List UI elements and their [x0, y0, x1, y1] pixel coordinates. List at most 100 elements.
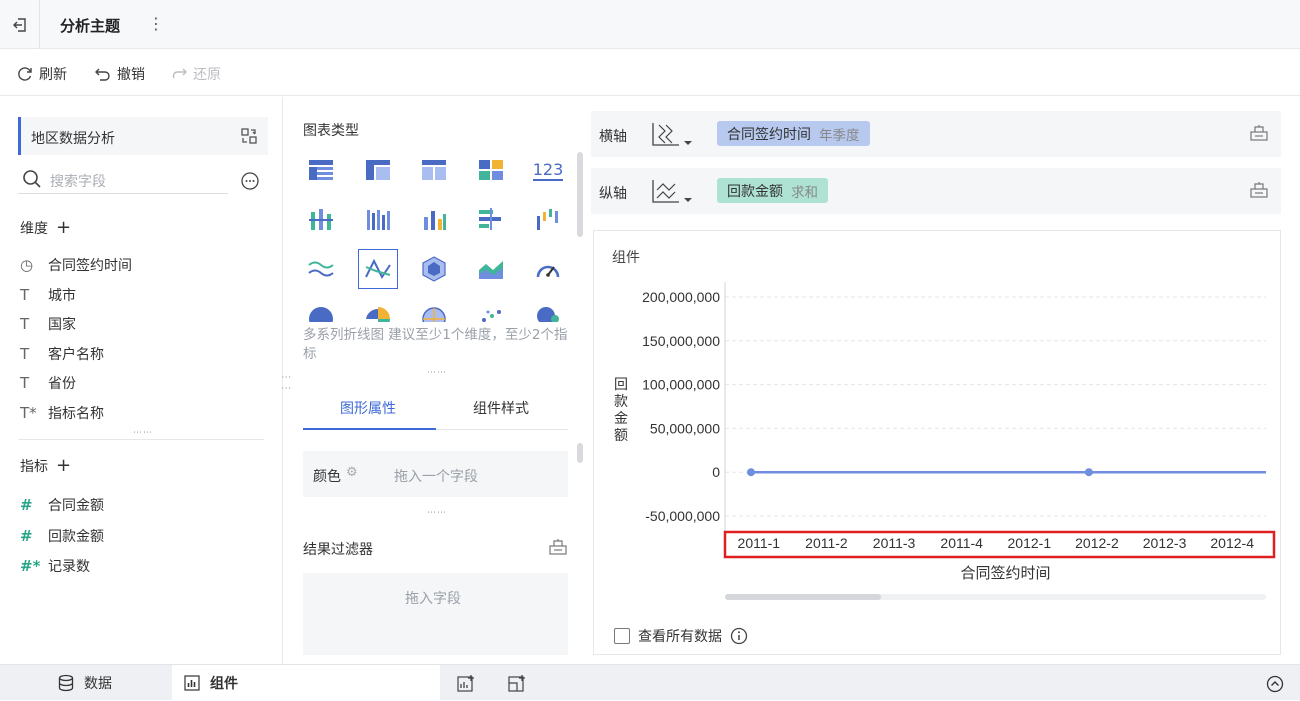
- collapse-up-icon[interactable]: [1266, 675, 1284, 693]
- dimension-section-title: 维度 +: [20, 217, 71, 238]
- tab-component-label: 组件: [210, 676, 238, 692]
- field-search[interactable]: 搜索字段: [18, 167, 228, 194]
- dimension-field-label: 指标名称: [48, 406, 104, 422]
- resize-grip-icon[interactable]: ⋯⋯: [427, 508, 447, 518]
- measure-field[interactable]: # 回款金额: [20, 526, 104, 546]
- gauge-chart-icon[interactable]: [530, 251, 566, 287]
- chart-type-hint: 多系列折线图 建议至少1个维度，至少2个指标: [303, 327, 568, 362]
- map-chart-icon[interactable]: [421, 306, 447, 322]
- add-component-icon[interactable]: [457, 674, 475, 692]
- color-field-drop[interactable]: 颜色 ⚙ 拖入一个字段: [303, 451, 568, 497]
- measure-field[interactable]: # 合同金额: [20, 495, 104, 515]
- filter-settings-icon[interactable]: [548, 538, 568, 556]
- property-scrollbar[interactable]: [577, 443, 583, 463]
- config-panel: 图表类型 123 多系列折线图 建议至少1个维度，至少2个指标 ⋯⋯ 图形属性 …: [284, 97, 591, 664]
- y-field-pill[interactable]: 回款金额 求和: [717, 178, 828, 203]
- result-filter-title: 结果过滤器: [303, 542, 373, 558]
- more-vertical-icon[interactable]: ⋮: [148, 14, 164, 33]
- hash-icon: #: [20, 526, 33, 545]
- column-chart-icon[interactable]: [416, 201, 452, 237]
- table-chart-icon[interactable]: [303, 152, 339, 188]
- cross-table-icon[interactable]: [360, 152, 396, 188]
- radar-chart-icon[interactable]: [416, 251, 452, 287]
- dataset-selector[interactable]: 地区数据分析: [18, 117, 268, 155]
- x-field-aggregation: 年季度: [819, 127, 860, 144]
- dimension-field-label: 合同签约时间: [48, 258, 132, 274]
- axis-settings-icon[interactable]: [1249, 181, 1269, 199]
- text-icon: T: [20, 315, 30, 334]
- text-icon: T: [20, 374, 30, 393]
- scatter-chart-icon[interactable]: [479, 306, 505, 322]
- chart-hscrollbar-thumb[interactable]: [725, 594, 881, 600]
- kpi-icon[interactable]: 123: [530, 152, 566, 188]
- multi-series-line-icon[interactable]: [358, 249, 398, 289]
- add-measure-icon[interactable]: +: [56, 455, 71, 476]
- dimension-field[interactable]: ◷ 合同签约时间: [20, 255, 132, 275]
- measure-field-label: 记录数: [48, 559, 90, 575]
- field-panel: 地区数据分析 搜索字段 维度 + ◷ 合同签约时间 T 城市 T 国家 T 客户名称 T 省份 T*…: [0, 97, 283, 664]
- grouped-column-icon[interactable]: [360, 201, 396, 237]
- dimension-field[interactable]: T* 指标名称: [20, 403, 104, 423]
- y-axis-title: 回: [614, 377, 628, 393]
- search-input[interactable]: 搜索字段: [50, 171, 106, 191]
- exit-button[interactable]: [0, 0, 40, 49]
- dimension-field[interactable]: T 客户名称: [20, 344, 104, 364]
- filter-drop-zone[interactable]: 拖入字段: [303, 573, 568, 655]
- dimension-field[interactable]: T 城市: [20, 285, 76, 305]
- multi-block-icon[interactable]: [473, 152, 509, 188]
- measure-field-label: 合同金额: [48, 498, 104, 514]
- pie-chart-icon[interactable]: [308, 306, 334, 322]
- x-tick-label: 2012-4: [1210, 535, 1254, 551]
- add-dashboard-icon[interactable]: [508, 674, 526, 692]
- detail-table-icon[interactable]: [416, 152, 452, 188]
- bubble-chart-icon[interactable]: [535, 306, 561, 322]
- waterfall-chart-icon[interactable]: [530, 201, 566, 237]
- tab-data[interactable]: 数据: [58, 665, 112, 701]
- show-all-data[interactable]: 查看所有数据: [614, 626, 748, 646]
- kpi-icon-text: 123: [532, 159, 564, 181]
- y-axis-row: 纵轴 回款金额 求和: [591, 168, 1281, 214]
- measure-field[interactable]: #* 记录数: [20, 556, 90, 576]
- rose-chart-icon[interactable]: [365, 306, 391, 322]
- area-chart-icon[interactable]: [473, 251, 509, 287]
- chart-type-row-4: [303, 302, 583, 322]
- chart-type-label: 图表类型: [303, 123, 359, 139]
- refresh-button[interactable]: 刷新: [16, 64, 67, 84]
- y-axis-title: 款: [614, 394, 628, 410]
- hash-star-icon: #*: [20, 557, 41, 575]
- redo-button[interactable]: 还原: [170, 64, 221, 84]
- more-options-icon[interactable]: [240, 171, 260, 191]
- dimension-field[interactable]: T 省份: [20, 373, 76, 393]
- resize-grip-icon[interactable]: ⋯⋯: [133, 428, 153, 438]
- redo-icon: [172, 68, 187, 79]
- chart-hscrollbar-track[interactable]: [725, 594, 1266, 600]
- add-dimension-icon[interactable]: +: [56, 217, 71, 238]
- undo-label: 撤销: [117, 67, 145, 83]
- x-field-pill[interactable]: 合同签约时间 年季度: [717, 121, 870, 146]
- x-field-name: 合同签约时间: [727, 126, 811, 143]
- undo-button[interactable]: 撤销: [94, 64, 145, 84]
- chart-type-scrollbar[interactable]: [577, 152, 583, 237]
- dimension-title: 维度: [20, 220, 48, 237]
- info-icon[interactable]: [730, 627, 748, 645]
- resize-grip-icon[interactable]: ⋯⋯: [427, 368, 447, 378]
- line-chart-icon[interactable]: [303, 251, 339, 287]
- stacked-column-icon[interactable]: [303, 201, 339, 237]
- dataset-name: 地区数据分析: [31, 131, 115, 147]
- switch-dataset-icon[interactable]: [240, 127, 258, 145]
- gear-icon[interactable]: ⚙: [346, 465, 358, 480]
- x-axis-type-icon[interactable]: [651, 121, 697, 149]
- tab-component[interactable]: 组件: [172, 665, 440, 701]
- y-axis-label: 纵轴: [599, 186, 627, 202]
- tab-component-style[interactable]: 组件样式: [473, 398, 529, 418]
- divider: [18, 439, 264, 440]
- show-all-checkbox[interactable]: [614, 628, 630, 644]
- tab-graph-properties[interactable]: 图形属性: [340, 398, 396, 418]
- y-axis-type-icon[interactable]: [651, 178, 697, 206]
- dimension-field[interactable]: T 国家: [20, 314, 76, 334]
- toolbar: 刷新 撤销 还原: [0, 50, 1300, 96]
- dimension-field-label: 省份: [48, 376, 76, 393]
- axis-settings-icon[interactable]: [1249, 124, 1269, 142]
- bar-chart-icon[interactable]: [473, 201, 509, 237]
- x-axis-title: 合同签约时间: [960, 564, 1050, 582]
